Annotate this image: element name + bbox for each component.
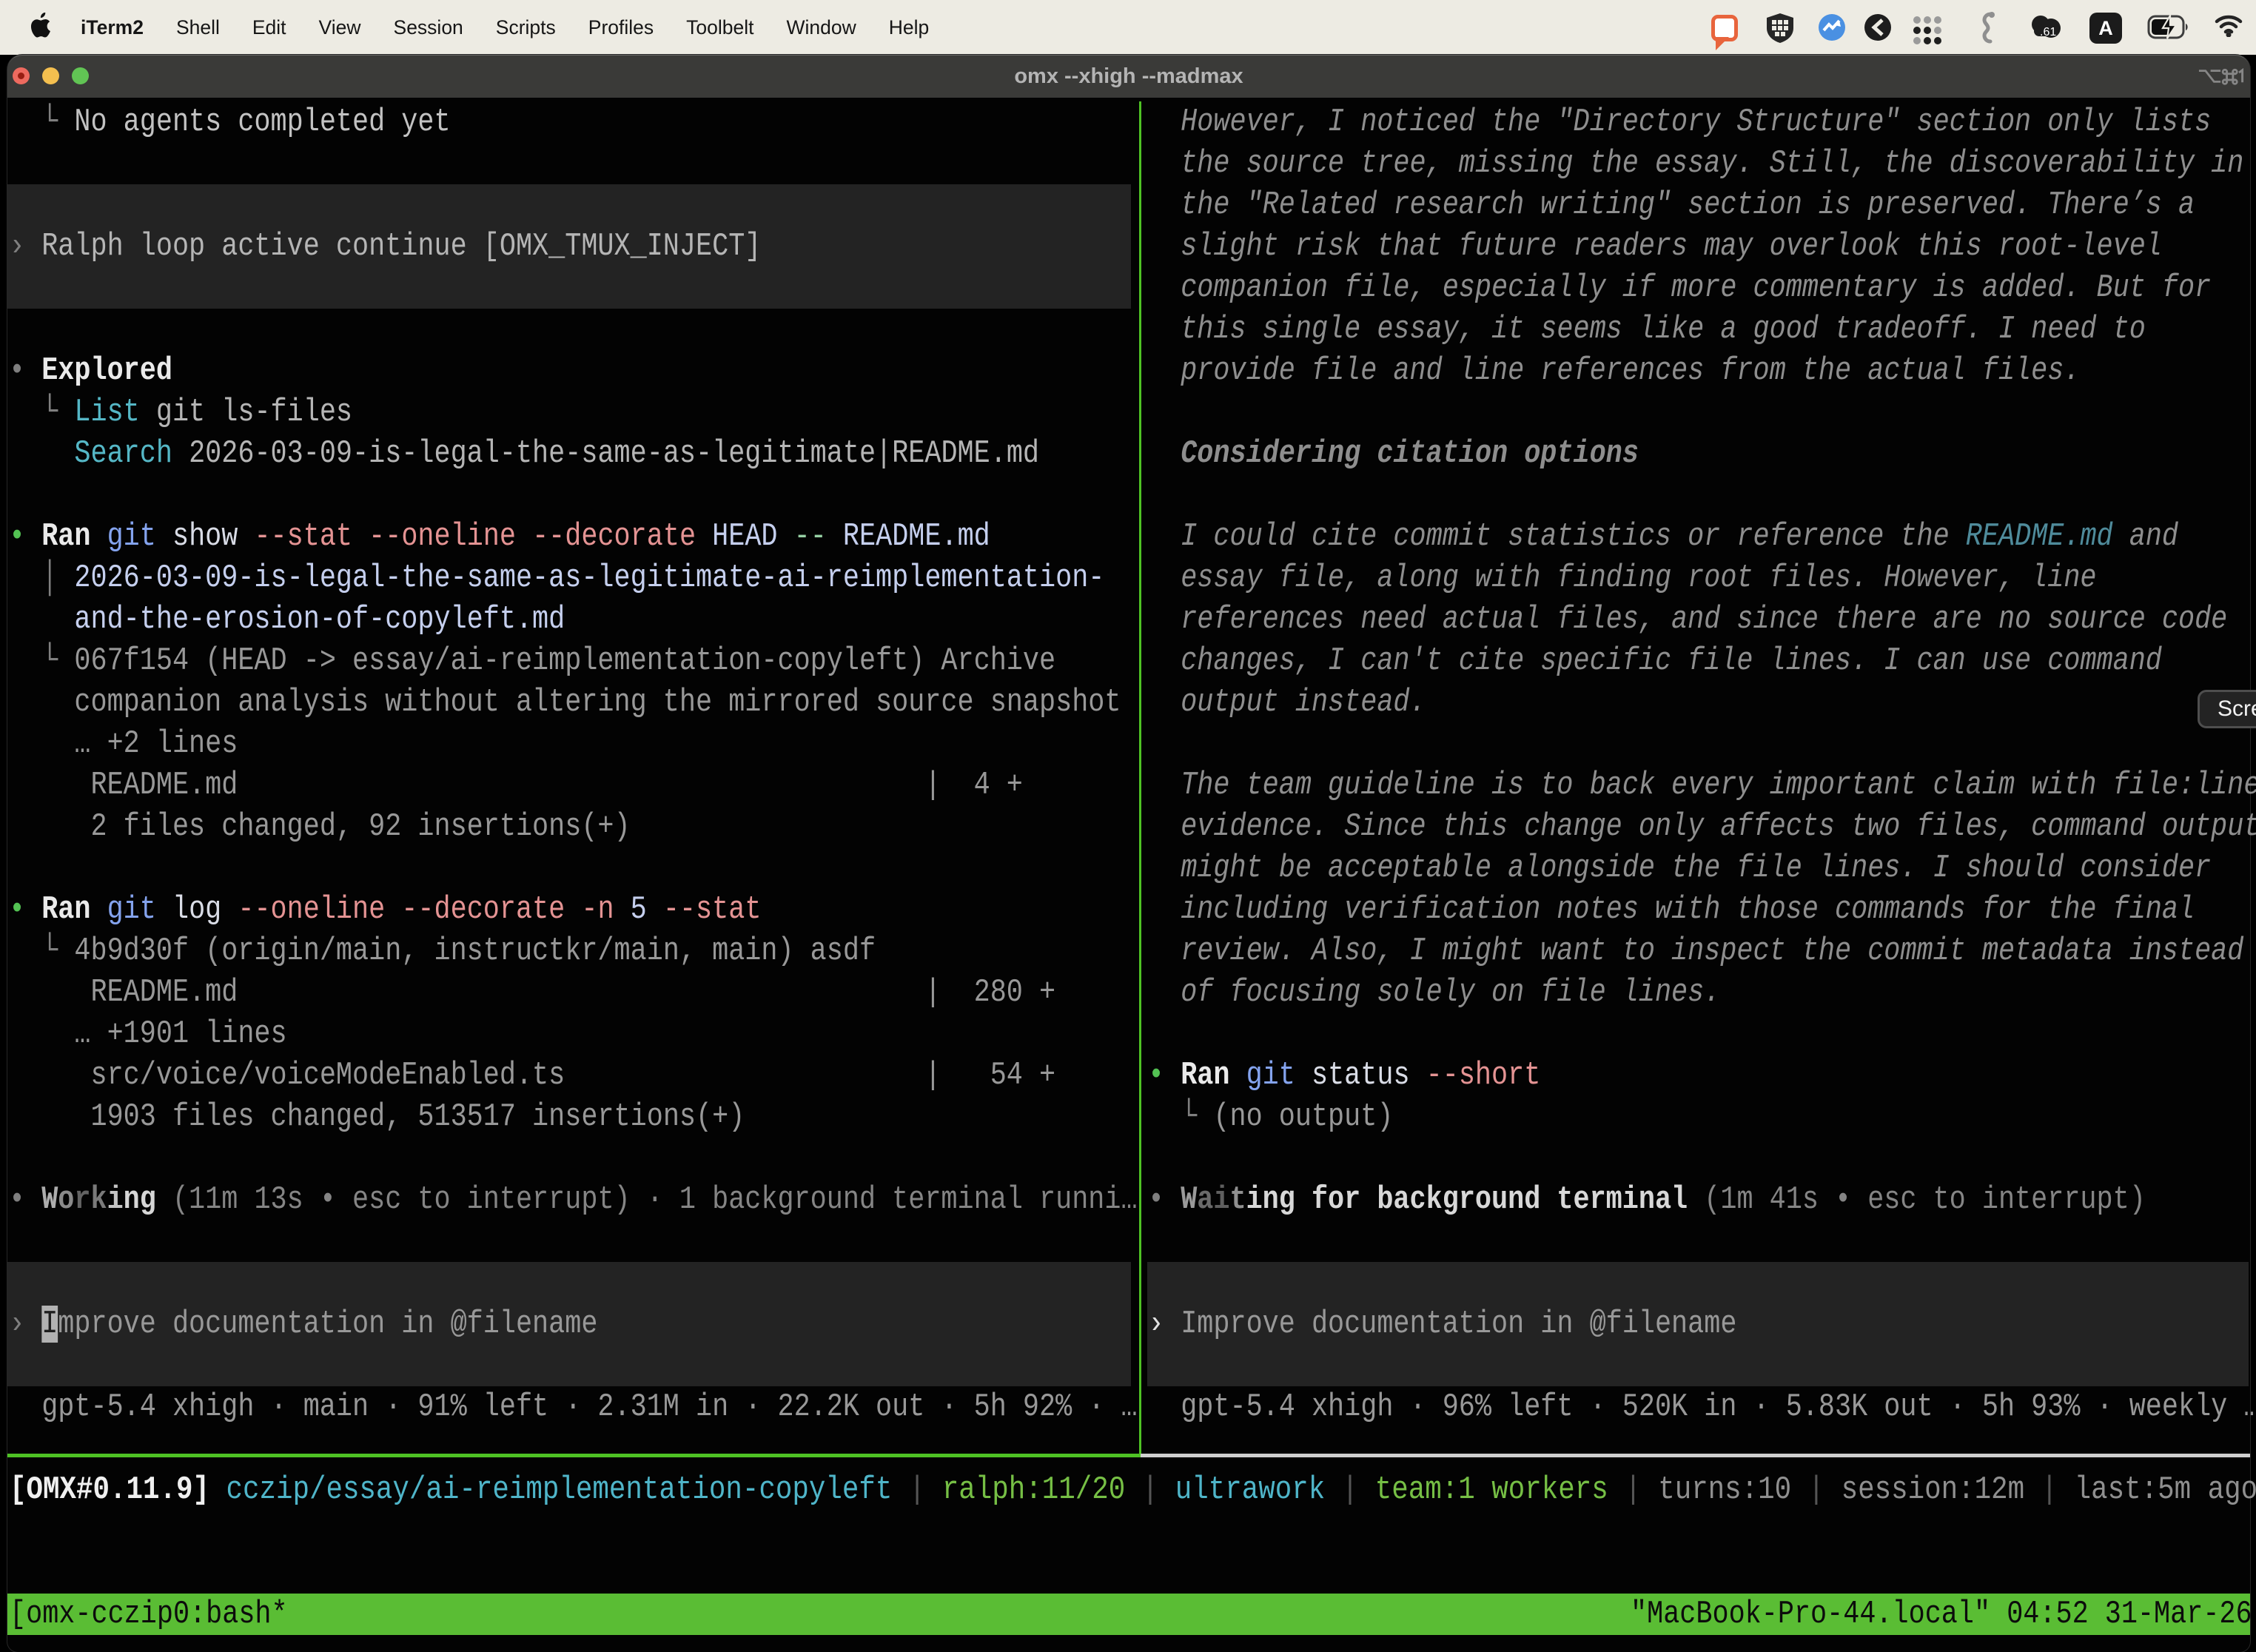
- svg-text:.61: .61: [2040, 26, 2056, 38]
